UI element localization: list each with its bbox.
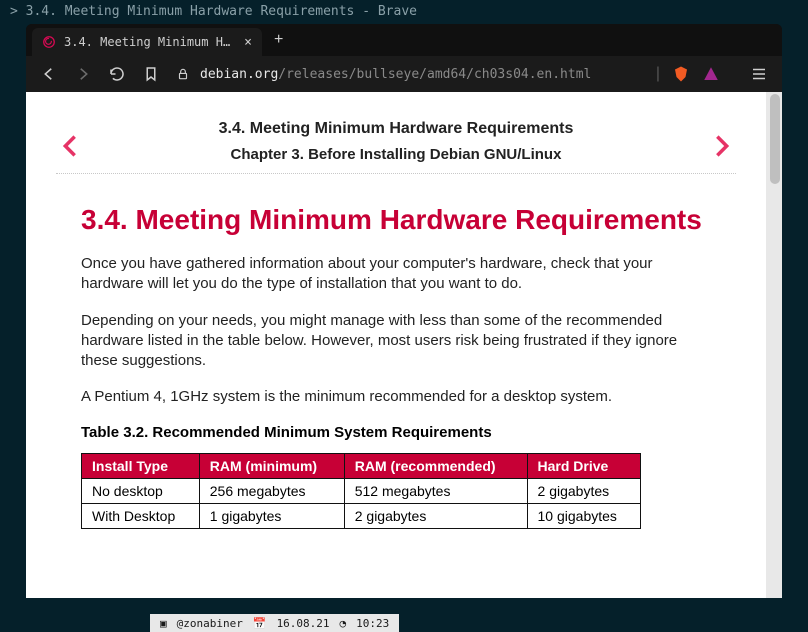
table-header: RAM (recommended) — [344, 453, 527, 478]
scrollbar-thumb[interactable] — [770, 94, 780, 184]
page-viewport: 3.4. Meeting Minimum Hardware Requiremen… — [26, 92, 782, 598]
table-header: RAM (minimum) — [199, 453, 344, 478]
page-nav-header: 3.4. Meeting Minimum Hardware Requiremen… — [56, 92, 736, 174]
window-titlebar: > 3.4. Meeting Minimum Hardware Requirem… — [0, 0, 808, 24]
window-layout-icon: ▣ — [160, 617, 167, 630]
status-user: @zonabiner — [177, 617, 243, 630]
article-body: 3.4. Meeting Minimum Hardware Requiremen… — [26, 174, 766, 529]
brave-rewards-icon[interactable] — [702, 65, 720, 83]
table-row: With Desktop 1 gigabytes 2 gigabytes 10 … — [82, 503, 641, 528]
tab-title: 3.4. Meeting Minimum Hardw… — [64, 35, 236, 49]
calendar-icon: 📅 — [253, 617, 267, 630]
desktop-statusbar: ▣ @zonabiner 📅 16.08.21 ◔ 10:23 — [150, 614, 399, 632]
brave-shields-icon[interactable] — [672, 65, 690, 83]
clock-icon: ◔ — [340, 617, 347, 630]
scrollbar-track[interactable] — [766, 92, 782, 598]
page-heading: 3.4. Meeting Minimum Hardware Requiremen… — [81, 204, 711, 236]
table-header: Hard Drive — [527, 453, 640, 478]
paragraph: A Pentium 4, 1GHz system is the minimum … — [81, 387, 711, 407]
url-path: /releases/bullseye/amd64/ch03s04.en.html — [278, 67, 591, 82]
debian-favicon-icon — [42, 35, 56, 49]
browser-toolbar: debian.org/releases/bullseye/amd64/ch03s… — [26, 56, 782, 92]
close-tab-icon[interactable]: × — [244, 35, 252, 50]
nav-section-title: 3.4. Meeting Minimum Hardware Requiremen… — [106, 120, 686, 138]
back-button[interactable] — [40, 65, 58, 83]
bookmark-button[interactable] — [142, 65, 160, 83]
paragraph: Once you have gathered information about… — [81, 254, 711, 295]
new-tab-button[interactable]: + — [274, 31, 283, 49]
table-caption: Table 3.2. Recommended Minimum System Re… — [81, 424, 711, 441]
paragraph: Depending on your needs, you might manag… — [81, 311, 711, 372]
next-page-button[interactable] — [708, 132, 736, 165]
table-row: No desktop 256 megabytes 512 megabytes 2… — [82, 478, 641, 503]
status-time: 10:23 — [356, 617, 389, 630]
url-host: debian.org — [200, 67, 278, 82]
forward-button[interactable] — [74, 65, 92, 83]
browser-window: 3.4. Meeting Minimum Hardw… × + debian.o… — [26, 24, 782, 598]
prev-page-button[interactable] — [56, 132, 84, 165]
requirements-table: Install Type RAM (minimum) RAM (recommen… — [81, 453, 641, 529]
status-date: 16.08.21 — [277, 617, 330, 630]
lock-icon — [176, 67, 190, 81]
nav-chapter-title: Chapter 3. Before Installing Debian GNU/… — [106, 146, 686, 163]
toolbar-divider: | — [656, 65, 660, 83]
menu-button[interactable] — [750, 65, 768, 83]
table-header: Install Type — [82, 453, 200, 478]
reload-button[interactable] — [108, 65, 126, 83]
browser-tab[interactable]: 3.4. Meeting Minimum Hardw… × — [32, 28, 262, 56]
url-bar[interactable]: debian.org/releases/bullseye/amd64/ch03s… — [176, 67, 640, 82]
tab-bar: 3.4. Meeting Minimum Hardw… × + — [26, 24, 782, 56]
